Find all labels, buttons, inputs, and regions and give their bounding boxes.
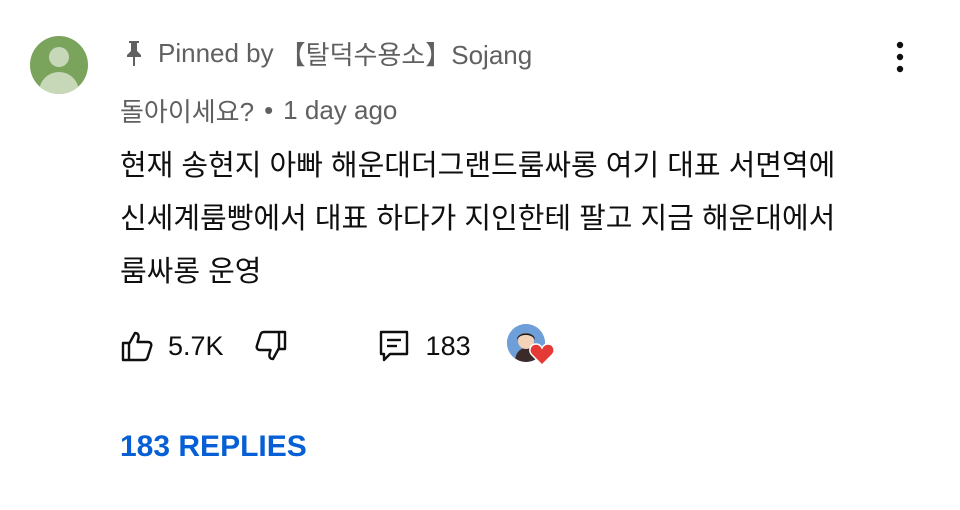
avatar-body [39,72,79,94]
thumbs-up-icon[interactable] [120,329,154,363]
pinned-by-text: Pinned by [158,37,274,68]
reply-count: 183 [425,330,471,361]
comment-text: 현재 송현지 아빠 해운대더그랜드룸싸롱 여기 대표 서면역에 신세계룸빵에서 … [120,140,940,299]
comment-time[interactable]: 1 day ago [283,95,397,126]
comment-line: 룸싸롱 운영 [120,256,262,288]
comment-line: 신세계룸빵에서 대표 하다가 지인한테 팔고 지금 해운대에서 [120,203,836,235]
pin-icon [127,41,141,66]
pinned-channel-name: 【탈덕수용소】Sojang [279,39,533,70]
more-vertical-icon[interactable] [888,40,912,74]
comment-meta: 돌아이세요? • 1 day ago [120,92,397,128]
comment-actions: 5.7K 183 [120,324,555,368]
creator-heart-badge [506,324,555,368]
comment-line: 현재 송현지 아빠 해운대더그랜드룸싸롱 여기 대표 서면역에 [120,150,836,182]
author-avatar[interactable] [30,36,88,94]
like-count: 5.7K [168,330,224,361]
heart-icon [528,343,555,366]
meta-separator: • [264,94,274,125]
avatar-head [49,47,69,67]
author-name[interactable]: 돌아이세요? [120,92,254,129]
thumbs-down-icon[interactable] [254,329,288,363]
view-replies-button[interactable]: 183 REPLIES [120,430,307,464]
comment-icon[interactable] [378,329,410,363]
pinned-label: Pinned by 【탈덕수용소】Sojang [122,36,532,70]
